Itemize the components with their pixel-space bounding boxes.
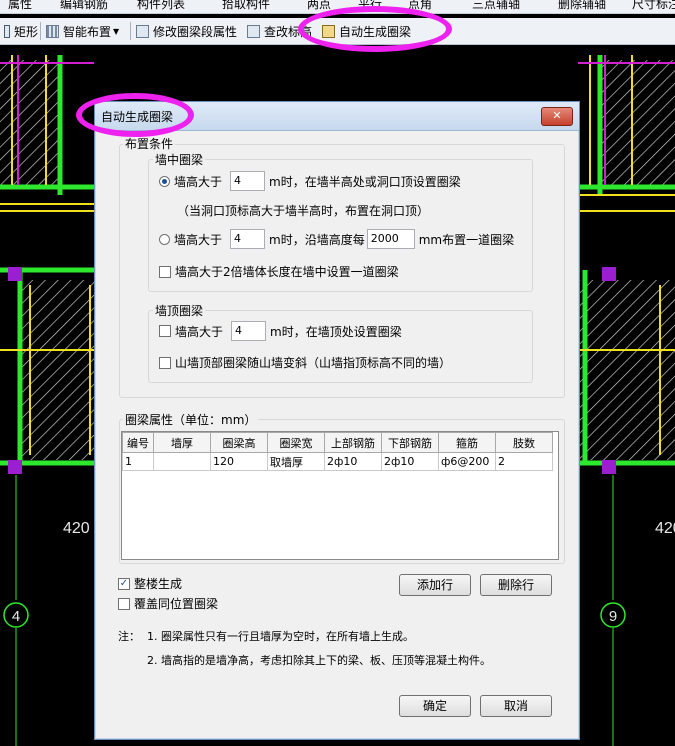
wall-top-chk1-row: 墙高大于 4 m时，在墙顶处设置圈梁 [159, 321, 402, 341]
col-header-id[interactable]: 编号 [122, 432, 154, 453]
wall-top-chk2-row: 山墙顶部圈梁随山墙变斜（山墙指顶标高不同的墙） [159, 354, 451, 371]
rect-button[interactable]: 矩形 [4, 23, 38, 39]
wall-middle-chk-label: 墙高大于2倍墙体长度在墙中设置一道圈梁 [175, 265, 399, 279]
wall-top-chk2-label: 山墙顶部圈梁随山墙变斜（山墙指顶标高不同的墙） [175, 356, 452, 370]
dimension-label-left: 420 [63, 520, 90, 537]
toolbar-item-properties[interactable]: 属性 [8, 0, 32, 12]
wall-middle-opt2-row: 墙高大于 4 m时，沿墙高度每 2000 mm布置一道圈梁 [159, 229, 514, 249]
axis-label-9: 9 [609, 608, 617, 625]
auto-gen-ring-beam-dialog: 自动生成圈梁 ✕ 布置条件 墙中圈梁 墙高大于 4 m时，在墙半高处或洞口顶设置… [94, 101, 580, 740]
wall-middle-opt1-radio[interactable] [159, 175, 170, 187]
cover-same-label: 覆盖同位置圈梁 [134, 597, 219, 611]
col-header-wall-thickness[interactable]: 墙厚 [153, 432, 211, 453]
wall-middle-opt2-height-input[interactable]: 4 [230, 229, 266, 249]
dimension-label-right: 420 [655, 520, 675, 537]
note-1: 1. 圈梁属性只有一行且墙厚为空时，在所有墙上生成。 [147, 630, 414, 643]
wall-middle-opt2-mid: m时，沿墙高度每 [269, 232, 365, 247]
col-header-top-rebar[interactable]: 上部钢筋 [324, 432, 382, 453]
wall-top-label: 墙顶圈梁 [153, 302, 206, 319]
cell-bottom-rebar[interactable]: 2ф10 [381, 452, 439, 471]
wall-middle-opt2-prefix: 墙高大于 [174, 232, 223, 247]
col-header-beam-width[interactable]: 圈梁宽 [267, 432, 325, 453]
grid-icon [46, 24, 59, 38]
wall-middle-opt2-interval-input[interactable]: 2000 [366, 229, 415, 249]
wall-top-chk1-prefix: 墙高大于 [175, 324, 224, 339]
wall-top-chk1-suffix: m时，在墙顶处设置圈梁 [270, 324, 402, 339]
wall-middle-opt1-suffix: m时，在墙半高处或洞口顶设置圈梁 [269, 174, 461, 189]
whole-building-label: 整楼生成 [134, 577, 183, 591]
rect-icon [4, 24, 10, 38]
cover-same-row: 覆盖同位置圈梁 [118, 595, 218, 612]
gable-slope-checkbox[interactable] [159, 356, 171, 369]
ok-button[interactable]: 确定 [399, 695, 471, 717]
col-header-bottom-rebar[interactable]: 下部钢筋 [381, 432, 439, 453]
wall-top-chk1-checkbox[interactable] [159, 325, 171, 337]
table-row[interactable]: 1 120 取墙厚 2ф10 2ф10 ф6@200 2 [122, 452, 553, 471]
wall-middle-chk-row: 墙高大于2倍墙体长度在墙中设置一道圈梁 [159, 263, 399, 280]
wall-middle-opt1-note: （当洞口顶标高大于墙半高时，布置在洞口顶） [177, 204, 430, 218]
edit-icon [136, 24, 149, 38]
wall-middle-opt1-height-input[interactable]: 4 [230, 171, 266, 191]
delete-row-button[interactable]: 删除行 [480, 574, 552, 596]
cell-top-rebar[interactable]: 2ф10 [324, 452, 382, 471]
wall-top-height-input[interactable]: 4 [231, 321, 267, 341]
cancel-button[interactable]: 取消 [480, 695, 552, 717]
notes-prefix: 注： [118, 630, 140, 643]
cell-beam-width[interactable]: 取墙厚 [267, 452, 325, 471]
table-header-row: 编号 墙厚 圈梁高 圈梁宽 上部钢筋 下部钢筋 箍筋 肢数 [122, 432, 553, 453]
modify-beam-segment-button[interactable]: 修改圈梁段属性 [136, 23, 237, 39]
close-button[interactable]: ✕ [541, 107, 573, 126]
highlight-dialog-title [76, 93, 194, 137]
beam-props-table: 编号 墙厚 圈梁高 圈梁宽 上部钢筋 下部钢筋 箍筋 肢数 1 120 取墙厚 … [122, 432, 553, 471]
toolbar-item-component-list[interactable]: 构件列表 [137, 0, 185, 12]
axis-label-4: 4 [12, 608, 20, 625]
note-2: 2. 墙高指的是墙净高，考虑扣除其上下的梁、板、压顶等混凝土构件。 [147, 654, 491, 667]
whole-building-checkbox[interactable]: ✓ [118, 577, 130, 590]
add-row-button[interactable]: 添加行 [399, 574, 471, 596]
cell-beam-height[interactable]: 120 [210, 452, 268, 471]
dropdown-arrow-icon: ▼ [113, 26, 120, 36]
layout-conditions-label: 布置条件 [123, 135, 176, 152]
cover-same-checkbox[interactable] [118, 597, 130, 610]
smart-layout-button[interactable]: 智能布置 ▼ [46, 23, 119, 39]
cell-id[interactable]: 1 [122, 452, 154, 471]
rect-label: 矩形 [14, 24, 39, 39]
toolbar-item-dimension[interactable]: 尺寸标注 [632, 0, 675, 12]
toolbar-item-edit-rebar[interactable]: 编辑钢筋 [60, 0, 108, 12]
col-header-stirrup[interactable]: 箍筋 [438, 432, 496, 453]
toolbar-item-three-point-axis[interactable]: 三点辅轴 [472, 0, 520, 12]
elevation-icon [247, 24, 260, 38]
wall-middle-opt2-suffix: mm布置一道圈梁 [418, 232, 515, 247]
cell-wall-thickness[interactable] [153, 452, 211, 471]
cell-legs[interactable]: 2 [495, 452, 553, 471]
toolbar-item-delete-axis[interactable]: 删除辅轴 [558, 0, 606, 12]
col-header-legs[interactable]: 肢数 [495, 432, 553, 453]
wall-middle-2x-checkbox[interactable] [159, 265, 171, 278]
highlight-toolbar-button [298, 6, 452, 52]
modify-beam-label: 修改圈梁段属性 [153, 24, 238, 39]
col-header-beam-height[interactable]: 圈梁高 [210, 432, 268, 453]
whole-building-row: ✓ 整楼生成 [118, 575, 182, 592]
wall-middle-opt1-row: 墙高大于 4 m时，在墙半高处或洞口顶设置圈梁 [159, 171, 461, 191]
wall-middle-opt1-prefix: 墙高大于 [174, 174, 223, 189]
toolbar-item-pick-component[interactable]: 拾取构件 [222, 0, 270, 12]
wall-middle-label: 墙中圈梁 [153, 151, 206, 168]
smart-layout-label: 智能布置 [63, 24, 112, 39]
beam-props-label: 圈梁属性（单位：mm） [123, 411, 259, 428]
wall-middle-opt2-radio[interactable] [159, 233, 170, 245]
cell-stirrup[interactable]: ф6@200 [438, 452, 496, 471]
